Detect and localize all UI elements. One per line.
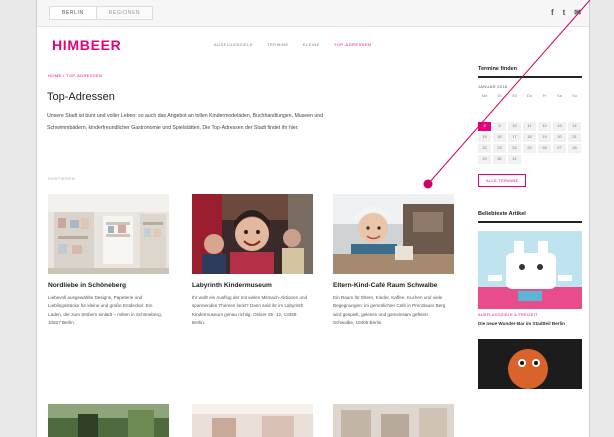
city-tabs: Berlin Regionen bbox=[49, 6, 154, 20]
calendar-empty-cell bbox=[478, 100, 491, 109]
all-events-button[interactable]: Alle Termine bbox=[478, 174, 527, 187]
calendar-empty-cell bbox=[478, 111, 491, 120]
calendar-day[interactable]: 27 bbox=[553, 144, 566, 153]
card-bottom-2[interactable] bbox=[192, 404, 313, 437]
calendar-empty-cell bbox=[508, 100, 521, 109]
calendar-day[interactable]: 11 bbox=[523, 122, 536, 131]
intro-text: Unsere Stadt ist bunt und voller Leben: … bbox=[47, 113, 323, 131]
related-title: Beliebteste Artikel bbox=[478, 211, 582, 223]
related-image[interactable] bbox=[478, 231, 582, 309]
nav-item-kleine[interactable]: Kleine bbox=[303, 42, 320, 47]
weekday-label: Do bbox=[526, 93, 533, 98]
calendar-day[interactable]: 23 bbox=[493, 144, 506, 153]
card-title[interactable]: Eltern-Kind-Café Raum Schwalbe bbox=[333, 281, 454, 291]
calendar-title: Termine finden bbox=[478, 66, 582, 78]
card-raum-schwalbe[interactable]: Eltern-Kind-Café Raum Schwalbe Ein Raum … bbox=[333, 194, 454, 327]
calendar-day[interactable]: 22 bbox=[478, 144, 491, 153]
card-image-children[interactable] bbox=[192, 194, 313, 274]
calendar-empty-cell bbox=[523, 111, 536, 120]
related-image-2[interactable] bbox=[478, 339, 582, 389]
nav-item-top-adressen[interactable]: Top-Adressen bbox=[334, 42, 372, 47]
main-nav: Ausflugsziele Termine Kleine Top-Adresse… bbox=[214, 42, 371, 47]
nav-item-ausflugsziele[interactable]: Ausflugsziele bbox=[214, 42, 253, 47]
nav-item-termine[interactable]: Termine bbox=[267, 42, 289, 47]
card-image-shop[interactable] bbox=[48, 194, 169, 274]
calendar-day[interactable]: 28 bbox=[568, 144, 581, 153]
calendar-empty-cell bbox=[493, 100, 506, 109]
weekday-label: Fr bbox=[542, 93, 547, 98]
card-bottom-1[interactable] bbox=[48, 404, 169, 437]
calendar-day[interactable]: 24 bbox=[508, 144, 521, 153]
calendar-day[interactable]: 8 bbox=[478, 122, 491, 131]
card-title[interactable]: Labyrinth Kindermuseum bbox=[192, 281, 313, 291]
card-labyrinth[interactable]: Labyrinth Kindermuseum Ihr wollt ein Aus… bbox=[192, 194, 313, 327]
calendar-day[interactable]: 26 bbox=[538, 144, 551, 153]
card-text: Ihr wollt ein Ausflug der mit vielen Mit… bbox=[192, 295, 308, 325]
calendar-day[interactable]: 12 bbox=[538, 122, 551, 131]
calendar-day[interactable]: 16 bbox=[493, 133, 506, 142]
card-text: Ein Raum für Eltern, Kinder, Kaffee, Kuc… bbox=[333, 295, 446, 325]
calendar-day[interactable]: 18 bbox=[523, 133, 536, 142]
calendar-month: Januar 2018 bbox=[478, 84, 508, 89]
calendar-empty-cell bbox=[568, 111, 581, 120]
calendar-day[interactable]: 20 bbox=[553, 133, 566, 142]
calendar-day[interactable]: 19 bbox=[538, 133, 551, 142]
calendar-grid: Mo Di Mi Do Fr Sa So 8 9 10 11 12 13 14 15 16 17 18 19 20 21… bbox=[478, 93, 582, 164]
tab-berlin[interactable]: Berlin bbox=[49, 6, 97, 20]
weekday-label: Sa bbox=[557, 93, 562, 98]
calendar-empty-cell bbox=[538, 155, 551, 164]
sidebar: Termine finden Januar 2018 Mo Di Mi Do Fr Sa S… bbox=[478, 66, 582, 389]
calendar-day[interactable]: 29 bbox=[478, 155, 491, 164]
sort-label[interactable]: Sortieren bbox=[48, 176, 75, 181]
weekday-label: Di bbox=[497, 93, 502, 98]
calendar-day[interactable]: 21 bbox=[568, 133, 581, 142]
calendar-empty-cell bbox=[523, 100, 536, 109]
mail-icon[interactable]: ✉ bbox=[574, 8, 581, 17]
calendar-empty-cell bbox=[538, 100, 551, 109]
calendar-day[interactable]: 15 bbox=[478, 133, 491, 142]
calendar-empty-cell bbox=[568, 100, 581, 109]
calendar-day[interactable]: 14 bbox=[568, 122, 581, 131]
card-bottom-3[interactable] bbox=[333, 404, 454, 437]
site-logo[interactable]: HIMBEER bbox=[52, 37, 121, 53]
top-bar: Berlin Regionen f t ✉ bbox=[37, 0, 589, 27]
card-image-cafe[interactable] bbox=[333, 194, 454, 274]
weekday-label: Mi bbox=[512, 93, 517, 98]
breadcrumb[interactable]: Home / Top-Adressen bbox=[48, 73, 102, 78]
calendar-empty-cell bbox=[553, 155, 566, 164]
calendar-day[interactable]: 17 bbox=[508, 133, 521, 142]
card-image-garden[interactable] bbox=[48, 404, 169, 437]
calendar-day[interactable]: 31 bbox=[508, 155, 521, 164]
tab-regionen[interactable]: Regionen bbox=[96, 6, 154, 20]
card-text: Liebevoll ausgewählte Designs, Papeterie… bbox=[48, 295, 162, 325]
related-headline[interactable]: Die neue Wunder-Bar im Stadtteil Berlin bbox=[478, 320, 582, 327]
calendar-day[interactable]: 13 bbox=[553, 122, 566, 131]
calendar-empty-cell bbox=[568, 155, 581, 164]
card-nordliebe[interactable]: Nordliebe in Schöneberg Liebevoll ausgew… bbox=[48, 194, 169, 327]
weekday-label: So bbox=[572, 93, 577, 98]
calendar-empty-cell bbox=[523, 155, 536, 164]
calendar-empty-cell bbox=[493, 111, 506, 120]
facebook-icon[interactable]: f bbox=[551, 8, 554, 17]
calendar-day[interactable]: 30 bbox=[493, 155, 506, 164]
weekday-label: Mo bbox=[481, 93, 488, 98]
calendar-day[interactable]: 25 bbox=[523, 144, 536, 153]
card-image-shelves[interactable] bbox=[333, 404, 454, 437]
twitter-icon[interactable]: t bbox=[563, 8, 566, 17]
calendar-day[interactable]: 10 bbox=[508, 122, 521, 131]
calendar-empty-cell bbox=[508, 111, 521, 120]
calendar-empty-cell bbox=[553, 100, 566, 109]
calendar-empty-cell bbox=[553, 111, 566, 120]
calendar-day[interactable]: 9 bbox=[493, 122, 506, 131]
page-title: Top-Adressen bbox=[47, 91, 115, 103]
calendar-empty-cell bbox=[538, 111, 551, 120]
social-links: f t ✉ bbox=[551, 8, 581, 17]
related-category[interactable]: Ausflugsziele & Freizeit bbox=[478, 313, 582, 317]
card-image-interior[interactable] bbox=[192, 404, 313, 437]
page-container: Berlin Regionen f t ✉ HIMBEER Ausflugszi… bbox=[36, 0, 590, 437]
card-title[interactable]: Nordliebe in Schöneberg bbox=[48, 281, 169, 291]
